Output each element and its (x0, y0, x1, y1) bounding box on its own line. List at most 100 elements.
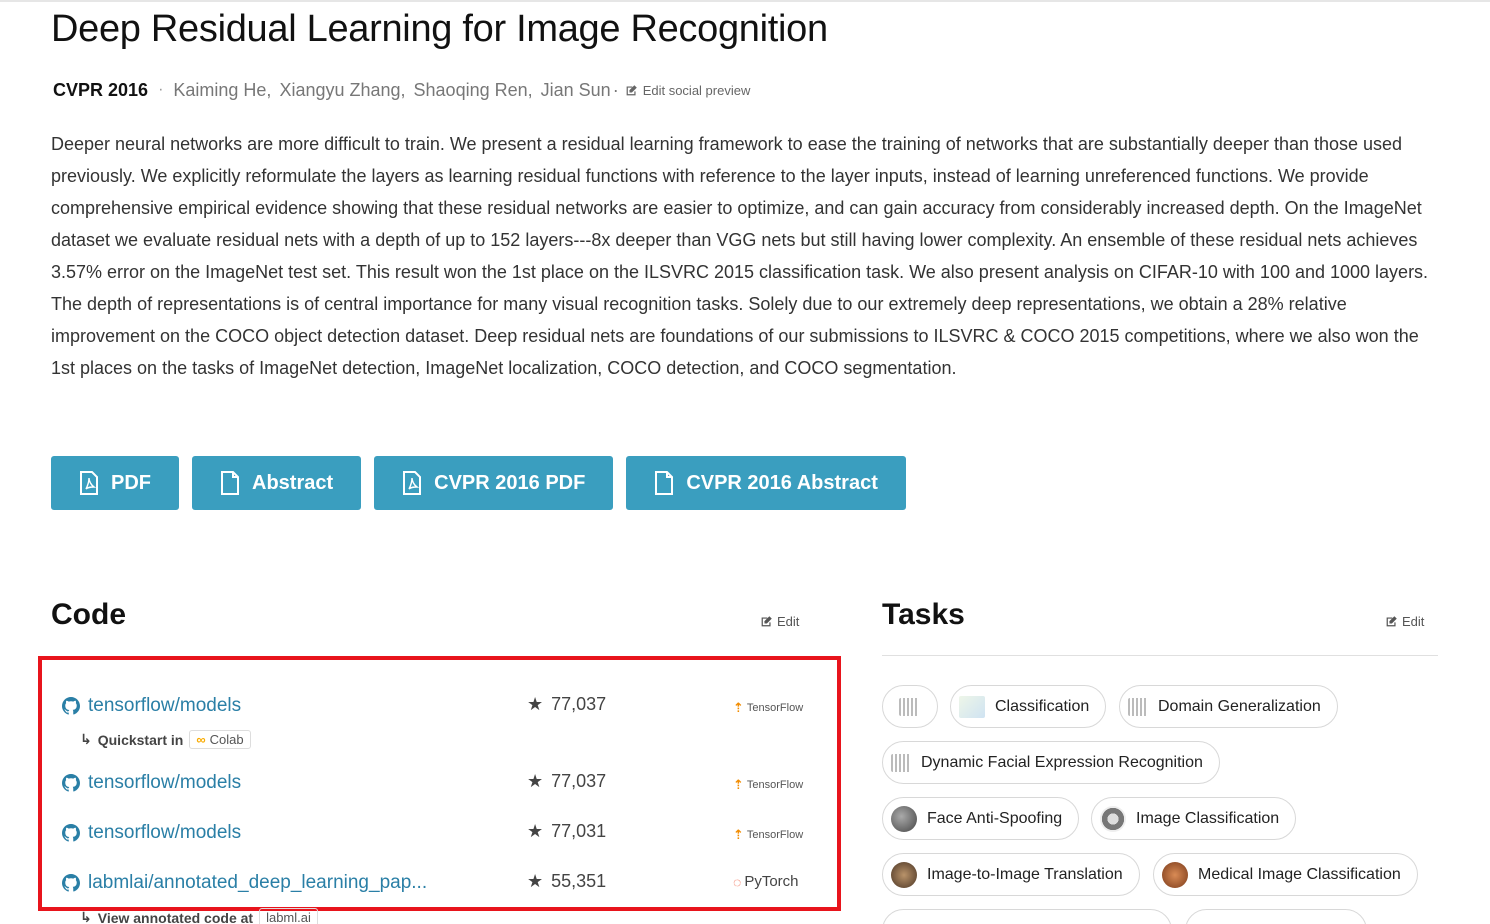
task-tag-domain-generalization[interactable]: Domain Generalization (1119, 685, 1338, 728)
medical-icon (1162, 861, 1188, 888)
face-icon (891, 805, 917, 832)
repo-name: tensorflow/models (88, 822, 242, 843)
colab-label: Colab (209, 732, 244, 747)
repo-stars: ★ 77,031 (527, 821, 606, 842)
framework-name: TensorFlow (746, 702, 804, 714)
author-link[interactable]: Xiangyu Zhang, (279, 80, 405, 101)
repo-name: tensorflow/models (88, 695, 242, 716)
annotated-label: View annotated code at (97, 909, 254, 924)
pdf-button-label: PDF (111, 471, 151, 494)
author-link[interactable]: Kaiming He, (173, 80, 271, 101)
crowd-icon (891, 861, 917, 888)
task-tag-image-classification[interactable]: Image Classification (1091, 797, 1297, 840)
quickstart-row: ↳ Quickstart in ∞ Colab (80, 730, 251, 749)
chart-icon (959, 695, 985, 718)
barcode-icon (1128, 697, 1148, 716)
labml-label: labml.ai (266, 910, 311, 924)
task-label: Dynamic Facial Expression Recognition (921, 753, 1203, 771)
github-icon (62, 697, 80, 715)
separator-dot: · (612, 79, 619, 100)
annotated-code-row: ↳ View annotated code at labml.ai (80, 908, 318, 924)
task-tag-partial[interactable] (1185, 909, 1367, 924)
star-count: 77,037 (551, 771, 607, 791)
author-link[interactable]: Jian Sun (541, 80, 611, 101)
github-icon (62, 774, 80, 792)
task-label: Image-to-Image Translation (927, 865, 1123, 883)
repo-stars: ★ 77,037 (527, 694, 606, 715)
pytorch-icon: ◌ (733, 873, 742, 890)
labml-badge[interactable]: labml.ai (259, 908, 318, 924)
repo-link[interactable]: tensorflow/models (62, 772, 241, 794)
star-icon: ★ (527, 821, 544, 841)
task-label: Image Classification (1136, 809, 1280, 827)
task-tag-partial[interactable] (882, 909, 1172, 924)
framework-badge: ⇡ TensorFlow (733, 777, 803, 793)
cvpr-abstract-button-label: CVPR 2016 Abstract (686, 471, 878, 494)
cvpr-pdf-button-label: CVPR 2016 PDF (434, 471, 586, 494)
framework-badge: ◌ PyTorch (733, 873, 799, 890)
repo-link[interactable]: tensorflow/models (62, 695, 241, 717)
colab-badge[interactable]: ∞ Colab (189, 730, 251, 749)
paper-title: Deep Residual Learning for Image Recogni… (51, 8, 828, 50)
task-label: Domain Generalization (1158, 697, 1321, 715)
pdf-icon (403, 471, 422, 495)
image-icon (1100, 805, 1126, 832)
abstract-button[interactable]: Abstract (192, 456, 362, 510)
framework-name: PyTorch (744, 873, 799, 890)
repo-link[interactable]: labmlai/annotated_deep_learning_pap... (62, 872, 427, 894)
edit-icon (626, 84, 637, 95)
quickstart-label: Quickstart in (97, 731, 184, 748)
colab-icon: ∞ (196, 732, 206, 747)
edit-social-preview-link[interactable]: Edit social preview (625, 82, 751, 98)
task-tag-classification[interactable]: Classification (950, 685, 1107, 728)
edit-icon (761, 616, 772, 627)
repo-name: labmlai/annotated_deep_learning_pap... (88, 872, 428, 893)
sub-arrow-icon: ↳ (80, 909, 92, 924)
task-tag[interactable] (882, 685, 938, 728)
code-heading: Code (51, 598, 126, 631)
barcode-icon (891, 753, 911, 772)
framework-name: TensorFlow (746, 779, 804, 791)
cvpr-pdf-button[interactable]: CVPR 2016 PDF (374, 456, 614, 510)
pdf-icon (80, 471, 98, 495)
conference-link[interactable]: CVPR 2016 (53, 80, 148, 101)
code-edit-link[interactable]: Edit (760, 614, 799, 629)
tasks-edit-link[interactable]: Edit (1385, 614, 1424, 629)
paper-links: PDF Abstract CVPR 2016 PDF CVPR 2016 Abs… (51, 456, 906, 510)
document-icon (655, 471, 674, 495)
barcode-icon (899, 697, 919, 716)
edit-icon (1386, 616, 1397, 627)
task-label: Classification (995, 697, 1090, 715)
repo-stars: ★ 55,351 (527, 871, 606, 892)
star-icon: ★ (527, 694, 544, 714)
tensorflow-icon: ⇡ (733, 827, 744, 842)
github-icon (62, 824, 80, 842)
task-tag-image-to-image[interactable]: Image-to-Image Translation (882, 853, 1140, 896)
sub-arrow-icon: ↳ (80, 731, 92, 747)
star-icon: ★ (527, 771, 544, 791)
separator-dot: · (158, 81, 164, 98)
abstract-text: Deeper neural networks are more difficul… (51, 134, 1429, 378)
star-count: 77,037 (551, 694, 607, 714)
cvpr-abstract-button[interactable]: CVPR 2016 Abstract (626, 456, 906, 510)
task-tag-dynamic-facial[interactable]: Dynamic Facial Expression Recognition (882, 741, 1220, 784)
repo-link[interactable]: tensorflow/models (62, 822, 241, 844)
document-icon (221, 471, 239, 495)
task-tag-face-anti-spoofing[interactable]: Face Anti-Spoofing (882, 797, 1080, 840)
star-icon: ★ (527, 871, 544, 891)
tasks-divider (882, 655, 1438, 656)
star-count: 77,031 (551, 821, 607, 841)
author-link[interactable]: Shaoqing Ren, (414, 80, 533, 101)
framework-badge: ⇡ TensorFlow (733, 827, 803, 843)
task-label: Medical Image Classification (1198, 865, 1401, 883)
tasks-heading: Tasks (882, 598, 965, 631)
pdf-button[interactable]: PDF (51, 456, 179, 510)
edit-social-label: Edit social preview (642, 82, 751, 98)
top-border (0, 0, 1490, 2)
task-tag-medical-image[interactable]: Medical Image Classification (1153, 853, 1418, 896)
paper-meta: CVPR 2016 · Kaiming He, Xiangyu Zhang, S… (53, 77, 750, 103)
framework-badge: ⇡ TensorFlow (733, 700, 803, 716)
task-label: Face Anti-Spoofing (927, 809, 1063, 827)
tensorflow-icon: ⇡ (733, 700, 744, 715)
abstract-button-label: Abstract (252, 471, 334, 494)
